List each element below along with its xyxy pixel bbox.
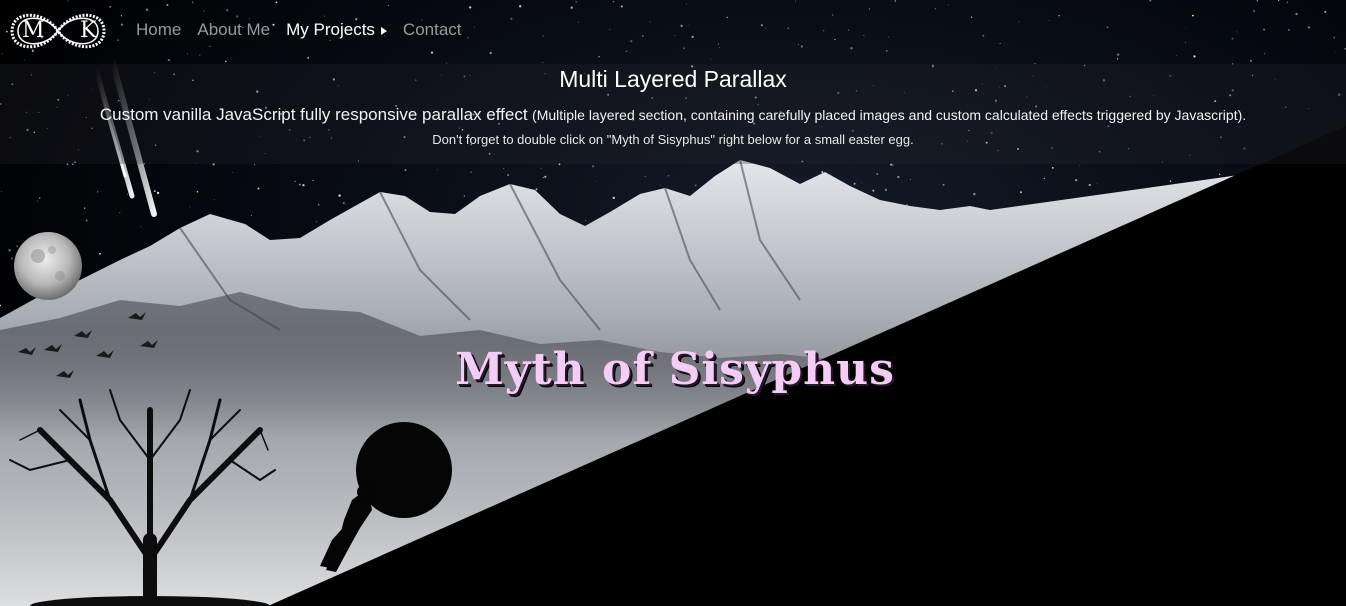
nav-links: Home About Me My Projects Contact [136,20,462,40]
description-detail: (Multiple layered section, containing ca… [532,107,1247,123]
easter-egg-hint: Don't forget to double click on "Myth of… [432,132,914,147]
project-header: Multi Layered Parallax Custom vanilla Ja… [0,64,1346,164]
logo-letter-m: M [22,18,45,43]
nav-home[interactable]: Home [136,20,181,40]
logo[interactable]: M K [4,4,112,58]
parallax-scene: M K Home About Me My Projects Contact Mu… [0,0,1346,606]
description-main: Custom vanilla JavaScript fully responsi… [99,105,528,124]
nav-about-me[interactable]: About Me [197,20,270,40]
nav-home-label: Home [136,20,182,39]
nav-contact[interactable]: Contact [403,20,462,40]
nav-contact-label: Contact [402,20,462,39]
nav-my-projects[interactable]: My Projects [286,20,387,40]
page-title: Multi Layered Parallax [559,66,787,92]
project-description: Custom vanilla JavaScript fully responsi… [0,105,1346,125]
moon [14,232,82,300]
nav-about-label: About Me [197,20,271,39]
top-navigation: M K Home About Me My Projects Contact [0,0,1346,64]
myth-title[interactable]: Myth of Sisyphus [0,344,1346,395]
logo-letter-k: K [80,18,97,43]
nav-projects-label: My Projects [286,20,375,39]
caret-right-icon [380,27,387,35]
myth-title-text: Myth of Sisyphus [455,344,895,395]
